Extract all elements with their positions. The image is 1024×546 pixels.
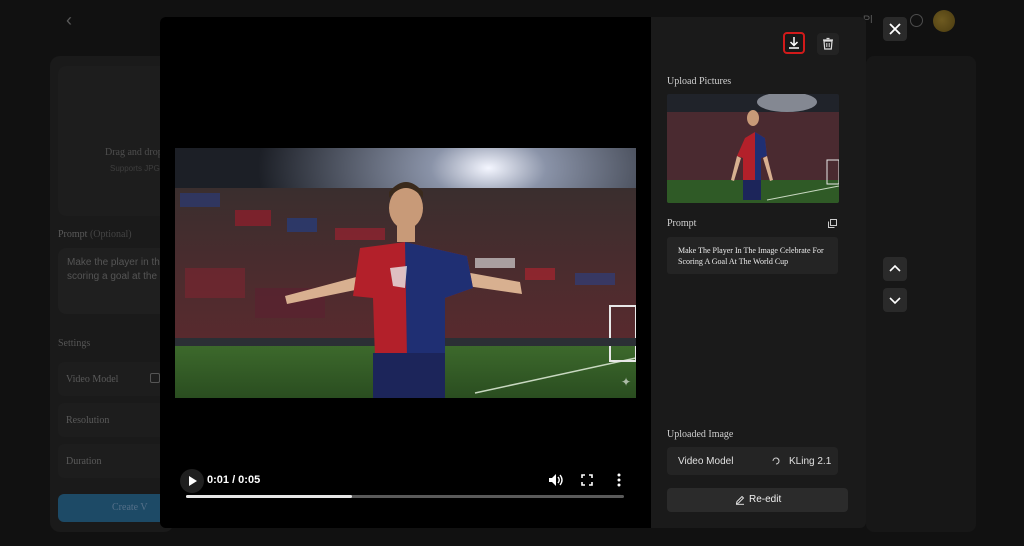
uploaded-picture-thumbnail[interactable]	[667, 94, 839, 203]
more-options-icon[interactable]	[617, 473, 621, 487]
model-logo-icon	[772, 457, 780, 465]
download-button[interactable]	[783, 32, 805, 54]
back-arrow-icon[interactable]: ‹	[66, 11, 82, 29]
video-model-row: Video Model KLing 2.1	[667, 447, 838, 475]
volume-icon[interactable]	[548, 473, 564, 487]
svg-text:✦: ✦	[621, 375, 631, 389]
video-time: 0:01 / 0:05	[207, 474, 261, 486]
bg-duration-label: Duration	[66, 456, 102, 467]
video-progress-bar[interactable]	[186, 495, 624, 498]
trash-icon	[823, 37, 833, 50]
re-edit-label: Re-edit	[749, 494, 782, 505]
delete-button[interactable]	[817, 33, 839, 55]
close-icon	[889, 23, 901, 35]
next-button[interactable]	[883, 288, 907, 312]
prompt-text: Make The Player In The Image Celebrate F…	[678, 246, 824, 266]
bg-plan-icon	[910, 14, 923, 27]
prompt-display: Make The Player In The Image Celebrate F…	[667, 237, 838, 274]
fullscreen-icon[interactable]	[581, 474, 593, 486]
video-frame[interactable]: ✦	[175, 148, 636, 398]
play-button[interactable]	[180, 469, 204, 493]
chevron-down-icon	[889, 297, 901, 305]
video-preview-modal: ✦ 0:01 / 0:05 Upload Pictures Prompt Mak…	[160, 17, 866, 528]
close-button[interactable]	[883, 17, 907, 41]
dropzone-title: Drag and drop	[105, 147, 163, 158]
bg-create-label: Create V	[112, 502, 148, 513]
bg-prompt-text: Make the player in the scoring a goal at…	[67, 257, 166, 282]
video-player[interactable]: ✦ 0:01 / 0:05	[160, 17, 651, 528]
thumbnail-image	[667, 94, 839, 203]
copy-icon[interactable]	[828, 219, 837, 228]
details-sidebar: Upload Pictures Prompt Make The Player I…	[651, 17, 866, 528]
previous-button[interactable]	[883, 257, 907, 281]
download-icon	[789, 37, 799, 49]
uploaded-image-label: Uploaded Image	[667, 429, 734, 440]
bg-prompt-optional: (Optional)	[89, 229, 132, 240]
prompt-label: Prompt	[667, 218, 697, 229]
re-edit-button[interactable]: Re-edit	[667, 488, 848, 512]
chevron-up-icon	[889, 264, 901, 272]
bg-resolution-label: Resolution	[66, 415, 110, 426]
bg-prompt-label: Prompt (Optional)	[58, 229, 132, 240]
upload-pictures-label: Upload Pictures	[667, 76, 732, 87]
dropzone-subtitle: Supports JPG /	[110, 164, 165, 173]
bg-model-icon	[150, 373, 160, 383]
video-model-value: KLing 2.1	[789, 456, 832, 467]
bg-prompt-label-text: Prompt	[58, 229, 88, 240]
video-model-label: Video Model	[678, 456, 734, 467]
video-progress-fill	[186, 495, 353, 498]
video-still-image: ✦	[175, 148, 636, 398]
avatar[interactable]	[933, 10, 955, 32]
pencil-icon	[735, 495, 745, 505]
bg-settings-label: Settings	[58, 338, 91, 349]
bg-video-model-label: Video Model	[66, 374, 119, 385]
upload-dropzone[interactable]	[58, 66, 174, 216]
